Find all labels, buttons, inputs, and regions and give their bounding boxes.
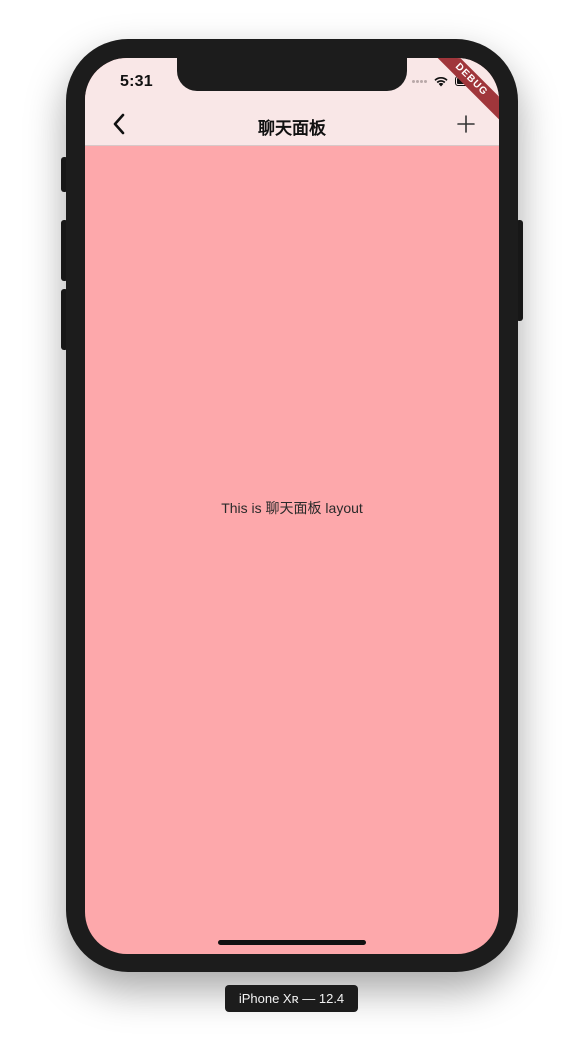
layout-placeholder-text: This is 聊天面板 layout [221, 500, 363, 516]
plus-icon [457, 115, 475, 133]
status-time: 5:31 [120, 73, 153, 90]
device-label: iPhone Xʀ — 12.4 [225, 985, 358, 1012]
add-button[interactable] [453, 111, 479, 137]
wifi-icon [434, 76, 448, 87]
app-bar: 5:31 DEBUG 聊天面板 [85, 58, 499, 146]
notch [177, 58, 407, 91]
home-indicator[interactable] [218, 940, 366, 945]
signal-dots-icon [412, 79, 427, 83]
simulator-stage: 5:31 DEBUG 聊天面板 This is 聊天面板 layout iPho… [0, 0, 584, 1048]
phone-screen: 5:31 DEBUG 聊天面板 This is 聊天面板 layout [85, 58, 499, 954]
navigation-row: 聊天面板 [85, 102, 499, 146]
page-title: 聊天面板 [258, 119, 326, 138]
